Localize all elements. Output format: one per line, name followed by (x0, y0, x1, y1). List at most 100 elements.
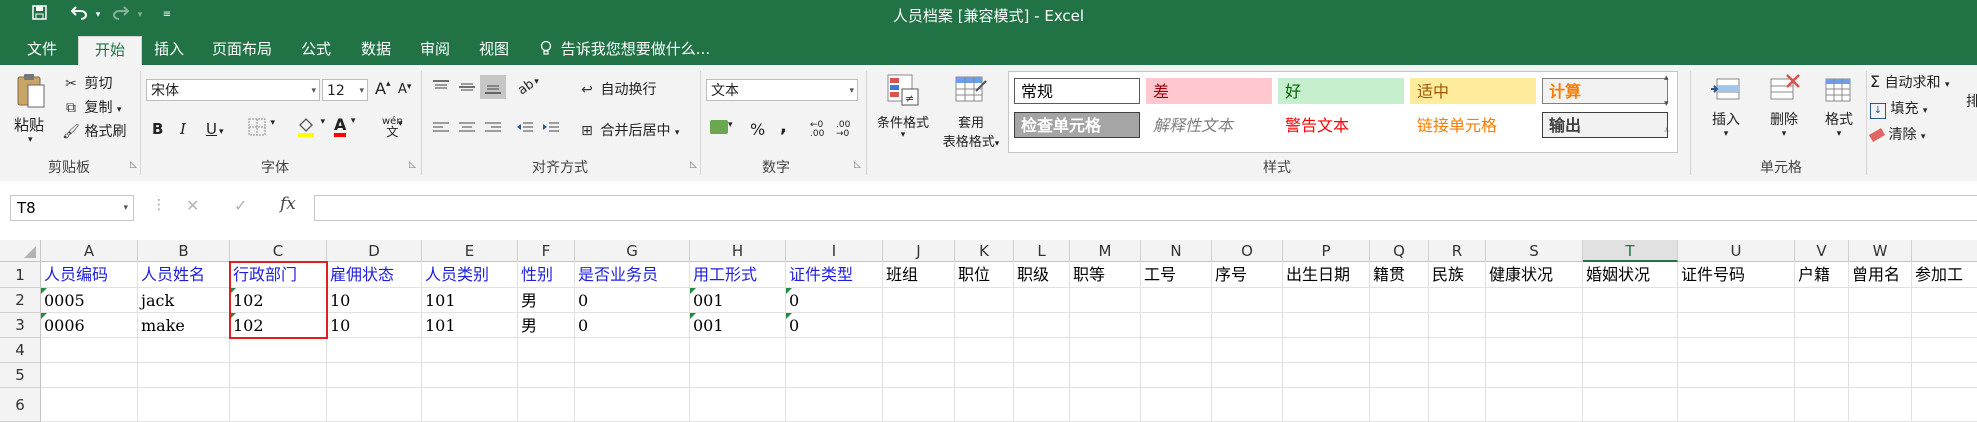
cell[interactable] (1583, 338, 1678, 363)
column-header[interactable]: D (327, 240, 422, 262)
percent-style-button[interactable]: % (750, 120, 765, 139)
column-header[interactable]: G (575, 240, 690, 262)
cell[interactable]: 人员类别 (422, 262, 518, 288)
row-header[interactable]: 2 (0, 288, 41, 313)
cell[interactable] (1370, 288, 1429, 313)
column-header[interactable]: T (1583, 240, 1678, 262)
cell[interactable] (1912, 338, 1977, 363)
cell[interactable] (1486, 288, 1583, 313)
cell[interactable] (1070, 313, 1141, 338)
cell-style-good[interactable]: 好 (1278, 78, 1404, 104)
cell-style-warning[interactable]: 警告文本 (1278, 112, 1404, 138)
comma-style-button[interactable]: , (780, 116, 787, 137)
column-header[interactable]: R (1429, 240, 1486, 262)
column-header[interactable]: I (786, 240, 883, 262)
name-box[interactable]: T8 ▾ (10, 195, 134, 221)
cell[interactable]: 曾用名 (1849, 262, 1912, 288)
tab-formulas[interactable]: 公式 (290, 36, 342, 65)
column-header[interactable]: K (955, 240, 1014, 262)
font-color-button[interactable]: A ▾ (334, 116, 355, 137)
clipboard-launcher-icon[interactable]: ◺ (130, 160, 137, 170)
row-header[interactable]: 5 (0, 363, 41, 388)
column-header[interactable]: L (1014, 240, 1070, 262)
cell[interactable] (327, 363, 422, 388)
cell[interactable]: 001 (690, 288, 786, 313)
cell[interactable]: 人员编码 (41, 262, 138, 288)
borders-button[interactable]: ▾ (248, 118, 275, 140)
cell[interactable]: 10 (327, 313, 422, 338)
italic-button[interactable]: I (180, 120, 186, 138)
cell[interactable] (1486, 338, 1583, 363)
cell[interactable] (1429, 363, 1486, 388)
autosum-button[interactable]: Σ 自动求和 ▾ (1870, 72, 1950, 92)
align-center-button[interactable] (458, 121, 476, 139)
cell[interactable] (1014, 313, 1070, 338)
format-cells-button[interactable]: 格式 ▾ (1814, 73, 1864, 139)
cell[interactable] (955, 338, 1014, 363)
cell[interactable] (1678, 338, 1795, 363)
cell-style-explanatory[interactable]: 解释性文本 (1146, 112, 1272, 138)
fill-color-button[interactable]: ▾ (296, 117, 325, 141)
cell[interactable] (1583, 388, 1678, 422)
cell[interactable]: 0006 (41, 313, 138, 338)
cell[interactable]: 证件号码 (1678, 262, 1795, 288)
cell[interactable] (41, 338, 138, 363)
clear-button[interactable]: 清除 ▾ (1868, 124, 1925, 144)
cell[interactable]: 籍贯 (1370, 262, 1429, 288)
column-header[interactable]: P (1283, 240, 1370, 262)
cell[interactable] (1070, 388, 1141, 422)
tab-view[interactable]: 视图 (468, 36, 520, 65)
cell[interactable] (518, 388, 575, 422)
cell[interactable]: 参加工 (1912, 262, 1977, 288)
cell[interactable]: 班组 (883, 262, 955, 288)
formula-input[interactable] (314, 195, 1977, 221)
align-right-button[interactable] (484, 121, 502, 139)
format-as-table-button[interactable]: 套用 表格格式▾ (936, 73, 1006, 150)
column-header[interactable] (1912, 240, 1977, 262)
cell[interactable] (518, 363, 575, 388)
cell[interactable] (518, 338, 575, 363)
cell[interactable] (1370, 338, 1429, 363)
align-bottom-button[interactable] (480, 75, 506, 99)
cell[interactable] (1212, 388, 1283, 422)
tab-data[interactable]: 数据 (350, 36, 402, 65)
cell[interactable] (690, 363, 786, 388)
decrease-decimal-button[interactable]: .00 →0 (836, 121, 850, 139)
cell[interactable] (1583, 363, 1678, 388)
cell[interactable] (1583, 313, 1678, 338)
tell-me-box[interactable]: 告诉我您想要做什么... (540, 36, 710, 65)
font-size-combo[interactable]: 12 ▾ (322, 79, 368, 101)
cell[interactable] (138, 363, 230, 388)
cell-style-output[interactable]: 输出 (1542, 112, 1668, 138)
cell[interactable] (1678, 313, 1795, 338)
paste-button[interactable] (16, 73, 46, 113)
cell[interactable]: 职位 (955, 262, 1014, 288)
tab-insert[interactable]: 插入 (142, 36, 196, 65)
cell[interactable] (1849, 313, 1912, 338)
cell[interactable] (786, 363, 883, 388)
gallery-more-icon[interactable]: ⩡ (1664, 125, 1670, 136)
cell[interactable] (138, 388, 230, 422)
cell[interactable] (1141, 388, 1212, 422)
select-all-corner[interactable] (0, 240, 41, 262)
cell[interactable] (1849, 338, 1912, 363)
cell[interactable] (575, 388, 690, 422)
cell[interactable] (1795, 288, 1849, 313)
cell[interactable] (786, 388, 883, 422)
column-header[interactable]: S (1486, 240, 1583, 262)
cell[interactable]: 0 (575, 288, 690, 313)
cell[interactable]: 102 (230, 313, 327, 338)
row-header[interactable]: 1 (0, 262, 41, 288)
cell[interactable] (1583, 288, 1678, 313)
cell[interactable] (1283, 388, 1370, 422)
column-header[interactable]: O (1212, 240, 1283, 262)
cell[interactable]: 0 (786, 288, 883, 313)
cell[interactable] (327, 388, 422, 422)
column-header[interactable]: W (1849, 240, 1912, 262)
cell[interactable] (1795, 313, 1849, 338)
increase-indent-button[interactable] (542, 121, 560, 139)
cell[interactable]: jack (138, 288, 230, 313)
cell[interactable] (1429, 313, 1486, 338)
cell[interactable] (1141, 363, 1212, 388)
cell[interactable] (422, 388, 518, 422)
